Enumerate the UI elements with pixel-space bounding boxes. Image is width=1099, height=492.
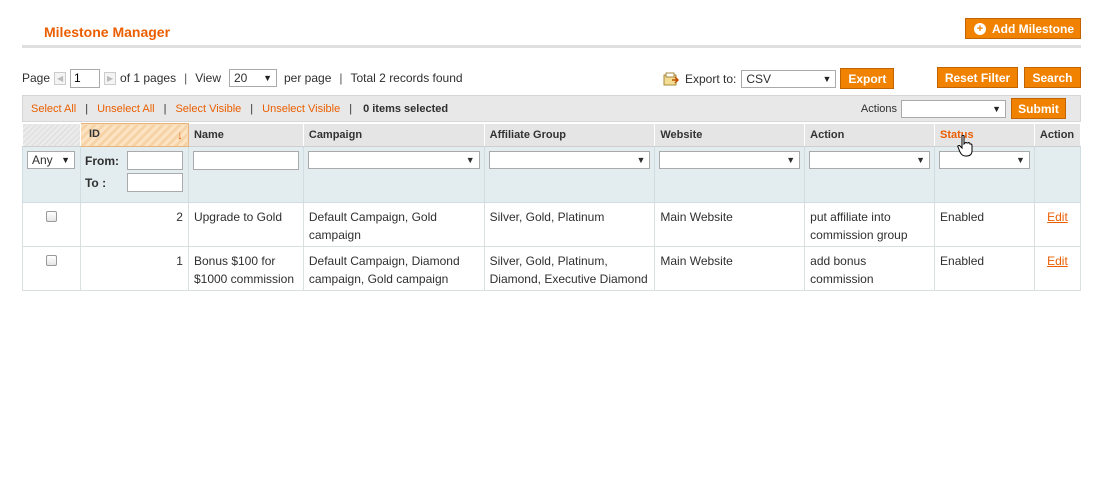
page-title: Milestone Manager xyxy=(44,24,171,40)
cell-status: Enabled xyxy=(934,202,1035,247)
chevron-down-icon: ▼ xyxy=(636,155,646,165)
massaction-filter-select[interactable]: Any ▼ xyxy=(27,151,75,169)
page-label: Page xyxy=(22,71,51,85)
cell-affiliate-group: Silver, Gold, Platinum, Diamond, Executi… xyxy=(483,246,656,291)
chevron-down-icon: ▼ xyxy=(61,155,70,165)
export-label: Export to: xyxy=(685,71,737,86)
cell-id: 1 xyxy=(79,246,189,291)
chevron-down-icon: ▼ xyxy=(992,103,1001,114)
group-filter-select[interactable]: ▼ xyxy=(488,151,651,169)
cell-campaign: Default Campaign, Gold campaign xyxy=(302,202,485,247)
cell-status: Enabled xyxy=(934,246,1035,291)
id-to-label: To : xyxy=(84,175,107,190)
column-header-status[interactable]: Status xyxy=(934,123,1035,147)
cell-website: Main Website xyxy=(654,202,806,247)
hand-cursor-icon xyxy=(957,135,973,157)
id-from-input[interactable] xyxy=(126,151,183,170)
chevron-down-icon: ▼ xyxy=(465,155,475,165)
prev-page-icon[interactable]: ◀ xyxy=(54,71,67,85)
cell-action: add bonus commission xyxy=(804,246,936,291)
total-records: Total 2 records found xyxy=(350,71,463,85)
cell-name: Upgrade to Gold xyxy=(187,202,304,247)
add-milestone-button[interactable]: + Add Milestone xyxy=(965,18,1081,39)
cell-website: Main Website xyxy=(654,246,806,291)
plus-circle-icon: + xyxy=(974,22,986,35)
cell-affiliate-group: Silver, Gold, Platinum xyxy=(483,202,656,247)
column-header-action[interactable]: Action xyxy=(804,123,936,147)
export-area: Export to: CSV ▼ Export xyxy=(663,68,895,89)
column-header-affiliate-group[interactable]: Affiliate Group xyxy=(483,123,656,147)
column-header-row-action: Action xyxy=(1033,123,1082,147)
chevron-down-icon: ▼ xyxy=(1016,155,1025,165)
export-format-select[interactable]: CSV ▼ xyxy=(741,69,837,88)
select-visible-link[interactable]: Select Visible xyxy=(175,103,241,115)
action-filter-select[interactable]: ▼ xyxy=(809,151,931,169)
sort-down-arrow-icon: ↓ xyxy=(176,128,183,142)
column-header-website[interactable]: Website xyxy=(654,123,806,147)
column-header-campaign[interactable]: Campaign xyxy=(302,123,485,147)
id-from-label: From: xyxy=(84,153,119,168)
select-all-link[interactable]: Select All xyxy=(31,103,76,115)
chevron-down-icon: ▼ xyxy=(822,73,832,84)
table-row: 1 Bonus $100 for $1000 commission Defaul… xyxy=(22,246,1082,291)
pager: Page ◀ ▶ of 1 pages | View 20▼ per page … xyxy=(22,68,463,88)
status-filter-select[interactable]: ▼ xyxy=(939,151,1030,169)
cell-id: 2 xyxy=(79,202,189,247)
filter-row: Any ▼ From: To : ▼ ▼ ▼ ▼ ▼ xyxy=(22,146,1082,203)
items-selected-count: 0 items selected xyxy=(363,102,449,115)
chevron-down-icon: ▼ xyxy=(263,73,272,83)
actions-label: Actions xyxy=(860,102,897,115)
per-page-label: per page xyxy=(284,71,332,85)
search-button[interactable]: Search xyxy=(1024,67,1081,88)
view-label: View xyxy=(195,71,221,85)
cell-name: Bonus $100 for $1000 commission xyxy=(187,246,304,291)
page-input[interactable] xyxy=(70,68,101,88)
chevron-down-icon: ▼ xyxy=(786,155,796,165)
unselect-visible-link[interactable]: Unselect Visible xyxy=(262,103,340,115)
per-page-select[interactable]: 20 ▼ xyxy=(229,69,277,87)
row-checkbox[interactable] xyxy=(45,211,57,222)
edit-link[interactable]: Edit xyxy=(1047,210,1068,224)
edit-link[interactable]: Edit xyxy=(1047,254,1068,268)
website-filter-select[interactable]: ▼ xyxy=(659,151,801,169)
export-icon xyxy=(663,72,679,85)
milestone-grid: ID ↓ Name Campaign Affiliate Group Websi… xyxy=(22,123,1082,291)
title-divider xyxy=(22,45,1081,48)
id-to-input[interactable] xyxy=(126,173,183,192)
add-milestone-label: Add Milestone xyxy=(992,21,1075,36)
unselect-all-link[interactable]: Unselect All xyxy=(97,103,154,115)
row-checkbox[interactable] xyxy=(45,255,57,266)
reset-filter-button[interactable]: Reset Filter xyxy=(937,67,1018,88)
massaction-bar: Select All | Unselect All | Select Visib… xyxy=(22,95,1081,122)
table-row: 2 Upgrade to Gold Default Campaign, Gold… xyxy=(22,202,1082,247)
cell-campaign: Default Campaign, Diamond campaign, Gold… xyxy=(302,246,485,291)
column-header-name[interactable]: Name xyxy=(187,123,304,147)
name-filter-input[interactable] xyxy=(192,151,299,170)
chevron-down-icon: ▼ xyxy=(916,155,926,165)
next-page-icon[interactable]: ▶ xyxy=(104,71,117,85)
submit-button[interactable]: Submit xyxy=(1011,98,1066,119)
campaign-filter-select[interactable]: ▼ xyxy=(307,151,480,169)
export-button[interactable]: Export xyxy=(840,68,895,89)
of-pages-text: of 1 pages xyxy=(120,71,177,85)
cell-action: put affiliate into commission group xyxy=(804,202,936,247)
actions-select[interactable]: ▼ xyxy=(901,99,1006,118)
column-header-select xyxy=(22,123,81,147)
column-header-id[interactable]: ID ↓ xyxy=(79,123,189,147)
